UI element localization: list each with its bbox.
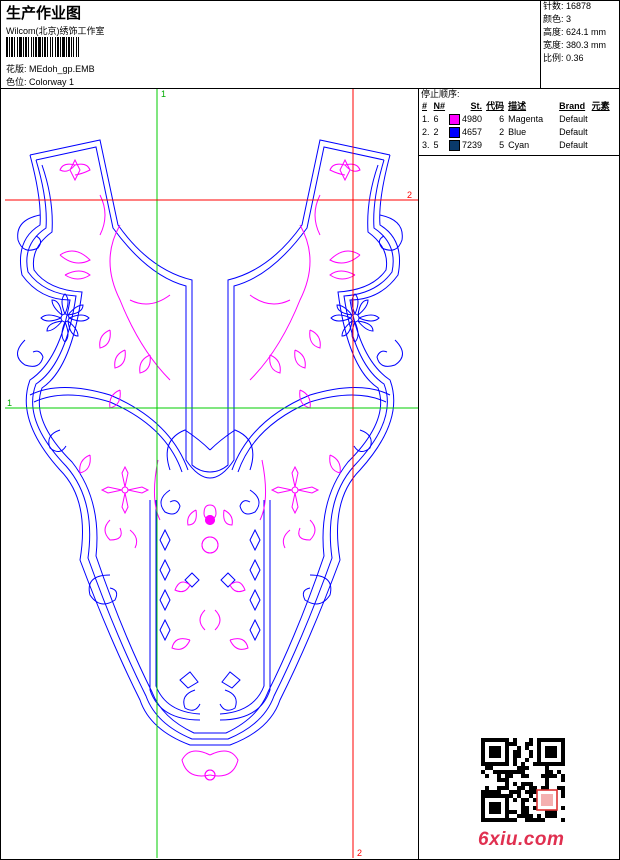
embroidery-preview: 1 2 2 1 [5,89,418,858]
guide-label-red-right: 2 [407,190,412,200]
embroidery-left-half [17,139,219,781]
design-label: 花版: [6,64,27,74]
guide-label-green-top: 1 [161,89,166,99]
table-row: 1. 6 4980 6 Magenta Default [422,114,588,126]
guide-label-red-bottom: 2 [357,848,362,858]
info-width: 宽度: 380.3 mm [543,40,607,50]
colorway: 色位: Colorway 1 [6,75,74,88]
color-swatch [449,114,461,126]
company-name: Wilcom(北京)绣饰工作室 [6,26,105,36]
info-height: 高度: 624.1 mm [543,27,607,37]
design-info: 针数: 16878 颜色: 3 高度: 624.1 mm 宽度: 380.3 m… [540,0,620,88]
stop-sequence-title: 停止顺序: [421,89,460,99]
colorway-label: 色位: [6,77,27,87]
stop-sequence-panel: 停止顺序: # N# St. 代码 描述 Brand 元素 1. 6 4980 … [420,89,618,152]
qr-code [481,738,565,822]
colorway-value: Colorway 1 [29,77,75,87]
panel-separator [418,155,620,156]
table-header: # N# St. 代码 描述 Brand 元素 [422,101,610,111]
info-stitches: 针数: 16878 [543,1,592,11]
watermark: 6xiu.com [478,829,565,850]
design-value: MEdoh_gp.EMB [29,64,95,74]
embroidery-right-half [201,139,403,781]
page-title: 生产作业图 [6,5,82,22]
color-swatch [449,127,461,139]
design-file: 花版: MEdoh_gp.EMB [6,62,95,75]
barcode [6,37,151,57]
table-row: 2. 2 4657 2 Blue Default [422,127,588,139]
info-scale: 比例: 0.36 [543,53,584,63]
color-swatch [449,140,461,152]
panel-divider [418,88,419,860]
guide-label-green-left: 1 [7,398,12,408]
table-row: 3. 5 7239 5 Cyan Default [422,140,588,152]
info-colors: 颜色: 3 [543,14,572,24]
stop-sequence-table: # N# St. 代码 描述 Brand 元素 1. 6 4980 6 Mage… [420,100,612,152]
